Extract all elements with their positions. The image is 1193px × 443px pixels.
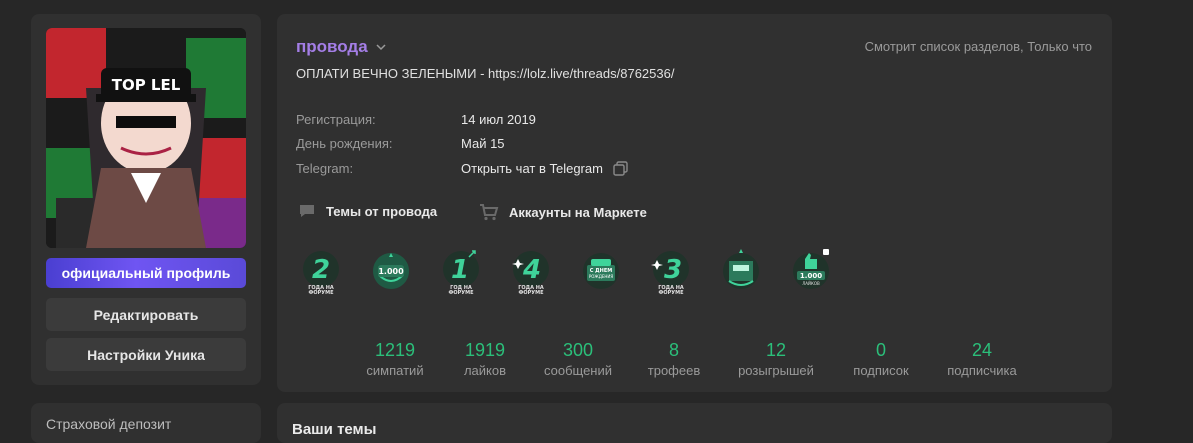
deposit-title: Страховой депозит bbox=[46, 416, 172, 432]
svg-text:1.000: 1.000 bbox=[378, 267, 404, 276]
chevron-down-icon[interactable] bbox=[376, 42, 386, 52]
cart-icon bbox=[480, 204, 499, 221]
svg-text:3: 3 bbox=[664, 255, 682, 285]
badge-1-year-icon[interactable]: 1 ГОД НА ФОРУМЕ bbox=[439, 247, 483, 295]
svg-text:ФОРУМЕ: ФОРУМЕ bbox=[658, 290, 684, 295]
username-block[interactable]: провода bbox=[296, 37, 386, 57]
copy-icon[interactable] bbox=[613, 161, 628, 176]
telegram-link[interactable]: Открыть чат в Telegram bbox=[461, 161, 603, 176]
svg-text:1.000: 1.000 bbox=[800, 272, 822, 280]
your-topics-card: Ваши темы bbox=[277, 403, 1112, 443]
insurance-deposit-card: Страховой депозит bbox=[31, 403, 261, 443]
stat-label: трофеев bbox=[647, 363, 701, 378]
badge-3-years-icon[interactable]: 3 ГОДА НА ФОРУМЕ bbox=[649, 247, 693, 295]
username[interactable]: провода bbox=[296, 37, 368, 57]
svg-text:4: 4 bbox=[522, 255, 541, 285]
profile-stats: 1219 симпатий 1919 лайков 300 сообщений … bbox=[277, 340, 1112, 380]
unique-settings-button[interactable]: Настройки Уника bbox=[46, 338, 246, 371]
trophy-badges: 2 ГОДА НА ФОРУМЕ 1.000 1 ГОД НА ФОРУМЕ 4… bbox=[299, 247, 839, 297]
info-value: Май 15 bbox=[461, 136, 505, 151]
user-status-text: ОПЛАТИ ВЕЧНО ЗЕЛЕНЫМИ - https://lolz.liv… bbox=[296, 66, 675, 81]
stat-value: 12 bbox=[765, 340, 787, 360]
svg-text:ФОРУМЕ: ФОРУМЕ bbox=[518, 290, 544, 295]
user-threads-link[interactable]: Темы от провода bbox=[298, 203, 437, 219]
avatar-image: TOP LEL bbox=[46, 28, 246, 248]
info-row-telegram: Telegram: Открыть чат в Telegram bbox=[296, 161, 628, 176]
badge-birthday-icon[interactable]: С ДНЕМ РОЖДЕНИЯ bbox=[579, 247, 623, 295]
stat-followers[interactable]: 24 подписчика bbox=[947, 340, 1016, 378]
info-label: День рождения: bbox=[296, 136, 393, 151]
stat-label: подписчика bbox=[947, 363, 1017, 378]
stat-messages[interactable]: 300 сообщений bbox=[544, 340, 612, 378]
svg-text:1: 1 bbox=[451, 255, 469, 285]
stat-label: сообщений bbox=[543, 363, 613, 378]
info-row-birthday: День рождения: Май 15 bbox=[296, 136, 505, 151]
avatar[interactable]: TOP LEL bbox=[46, 28, 246, 248]
topics-title: Ваши темы bbox=[292, 421, 377, 438]
threads-label[interactable]: Темы от провода bbox=[326, 204, 437, 219]
svg-text:ФОРУМЕ: ФОРУМЕ bbox=[448, 290, 474, 295]
stat-value: 24 bbox=[971, 340, 993, 360]
stat-label: розыгрышей bbox=[738, 363, 814, 378]
badge-4-years-icon[interactable]: 4 ГОДА НА ФОРУМЕ bbox=[509, 247, 553, 295]
market-label[interactable]: Аккаунты на Маркете bbox=[509, 205, 647, 220]
chat-bubble-icon bbox=[300, 205, 314, 217]
activity-status: Смотрит список разделов, Только что bbox=[864, 39, 1092, 54]
badge-contest-icon[interactable] bbox=[719, 247, 763, 295]
info-value: Открыть чат в Telegram bbox=[461, 161, 628, 176]
badge-2-years-icon[interactable]: 2 ГОДА НА ФОРУМЕ bbox=[299, 247, 343, 295]
stat-value: 8 bbox=[668, 340, 680, 360]
official-profile-badge[interactable]: официальный профиль bbox=[46, 258, 246, 288]
svg-text:ФОРУМЕ: ФОРУМЕ bbox=[308, 290, 334, 295]
stat-giveaways[interactable]: 12 розыгрышей bbox=[738, 340, 814, 378]
svg-text:2: 2 bbox=[312, 255, 330, 285]
edit-profile-button[interactable]: Редактировать bbox=[46, 298, 246, 331]
stat-value: 1219 bbox=[374, 340, 416, 360]
stat-value: 0 bbox=[875, 340, 886, 360]
badge-1000-likes-icon[interactable]: 1.000 bbox=[369, 247, 413, 295]
badge-1000-likes-alt-icon[interactable]: 1.000 ЛАЙКОВ bbox=[789, 247, 833, 295]
stat-label: подписок bbox=[853, 363, 909, 378]
info-label: Регистрация: bbox=[296, 112, 376, 127]
market-accounts-link[interactable]: Аккаунты на Маркете bbox=[479, 203, 647, 221]
stat-trophies[interactable]: 8 трофеев bbox=[648, 340, 700, 378]
stat-label: симпатий bbox=[366, 363, 424, 378]
profile-main-card: провода Смотрит список разделов, Только … bbox=[277, 14, 1112, 392]
svg-text:TOP LEL: TOP LEL bbox=[112, 76, 181, 94]
stat-value: 1919 bbox=[464, 340, 506, 360]
profile-sidebar: TOP LEL официальный профиль Редактироват… bbox=[31, 14, 261, 385]
info-label: Telegram: bbox=[296, 161, 354, 176]
stat-value: 300 bbox=[562, 340, 594, 360]
stat-sympathies[interactable]: 1219 симпатий bbox=[366, 340, 423, 378]
stat-following[interactable]: 0 подписок bbox=[853, 340, 908, 378]
stat-likes[interactable]: 1919 лайков bbox=[464, 340, 506, 378]
svg-text:РОЖДЕНИЯ: РОЖДЕНИЯ bbox=[589, 274, 614, 279]
stat-label: лайков bbox=[463, 363, 507, 378]
info-value: 14 июл 2019 bbox=[461, 112, 536, 127]
svg-text:ЛАЙКОВ: ЛАЙКОВ bbox=[802, 281, 820, 286]
info-row-registration: Регистрация: 14 июл 2019 bbox=[296, 112, 536, 127]
